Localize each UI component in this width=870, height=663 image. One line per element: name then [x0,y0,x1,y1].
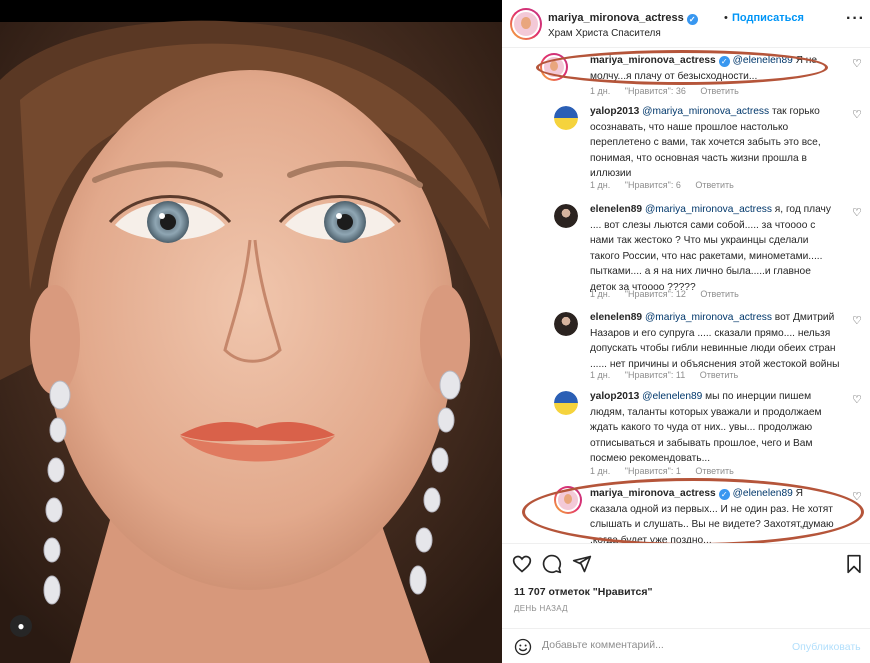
comment-username[interactable]: elenelen89 [590,204,642,215]
comment-meta: 1 дн. "Нравится": 11 Ответить [590,370,750,380]
like-comment-heart-icon[interactable]: ♡ [852,108,862,121]
comment-likes[interactable]: "Нравится": 1 [625,466,681,476]
heart-icon[interactable] [512,554,532,574]
post-header: mariya_mironova_actress ✓ • Подписаться Х… [502,0,870,48]
publish-button[interactable]: Опубликовать [792,641,861,653]
comment-time: 1 дн. [590,370,611,380]
comment-username[interactable]: yalop2013 [590,106,639,117]
portrait-image [0,0,502,663]
commenter-avatar[interactable] [554,391,578,415]
comment-username[interactable]: yalop2013 [590,391,639,402]
comment-mention[interactable]: @elenelen89 [642,391,702,402]
bookmark-icon[interactable] [844,554,864,574]
like-comment-heart-icon[interactable]: ♡ [852,57,862,70]
likes-count[interactable]: 11 707 отметок "Нравится" [514,586,652,598]
reply-button[interactable]: Ответить [700,86,738,96]
post-photo[interactable]: ● [0,0,502,663]
comment-meta: 1 дн. "Нравится": 6 Ответить [590,180,746,190]
comment-text: я, год плачу .... вот слезы льются сами … [590,204,831,293]
comment-likes[interactable]: "Нравится": 12 [625,289,686,299]
comment-mention[interactable]: @mariya_mironova_actress [642,106,769,117]
reply-button[interactable]: Ответить [695,180,733,190]
comment-likes[interactable]: "Нравится": 36 [625,86,686,96]
comment-meta: 1 дн. "Нравится": 1 Ответить [590,466,746,476]
reply-button[interactable]: Ответить [695,466,733,476]
comment-time: 1 дн. [590,466,611,476]
author-username[interactable]: mariya_mironova_actress [548,12,684,24]
like-comment-heart-icon[interactable]: ♡ [852,206,862,219]
verified-icon: ✓ [686,14,698,25]
reply-button[interactable]: Ответить [700,289,738,299]
comment-mention[interactable]: @mariya_mironova_actress [645,312,772,323]
comment-meta: 1 дн. "Нравится": 12 Ответить [590,289,751,299]
commenter-avatar[interactable] [554,204,578,228]
follow-button[interactable]: Подписаться [732,12,804,24]
location-link[interactable]: Храм Христа Спасителя [548,28,661,39]
post-actions: 11 707 отметок "Нравится" ДЕНЬ НАЗАД Опу… [502,543,870,663]
comment-mention[interactable]: @mariya_mironova_actress [645,204,772,215]
header-separator: • [724,12,728,24]
commenter-avatar[interactable] [554,312,578,336]
author-username-link[interactable]: mariya_mironova_actress ✓ [548,12,698,25]
comment-input[interactable] [542,639,782,651]
post-sidebar: mariya_mironova_actress ✓ • Подписаться Х… [502,0,870,663]
like-comment-heart-icon[interactable]: ♡ [852,314,862,327]
comment-username[interactable]: elenelen89 [590,312,642,323]
comment-meta: 1 дн. "Нравится": 36 Ответить [590,86,751,96]
share-icon[interactable] [572,554,592,574]
more-options-icon[interactable]: ··· [846,10,865,28]
commenter-avatar[interactable] [554,106,578,130]
comment-icon[interactable] [542,554,562,574]
emoji-icon[interactable] [514,638,532,656]
post-date: ДЕНЬ НАЗАД [514,604,568,613]
add-comment-bar: Опубликовать [502,628,870,663]
annotation-oval [522,478,864,543]
annotation-oval [536,50,828,85]
reply-button[interactable]: Ответить [700,370,738,380]
tagged-users-icon[interactable]: ● [10,615,32,637]
comment-time: 1 дн. [590,86,611,96]
like-comment-heart-icon[interactable]: ♡ [852,393,862,406]
comment-time: 1 дн. [590,180,611,190]
comment-time: 1 дн. [590,289,611,299]
comment-likes[interactable]: "Нравится": 11 [625,370,685,380]
comment-likes[interactable]: "Нравится": 6 [625,180,681,190]
author-avatar[interactable] [510,8,542,40]
comments-list[interactable]: mariya_mironova_actress ✓ @elenelen89 Я н… [502,49,870,543]
